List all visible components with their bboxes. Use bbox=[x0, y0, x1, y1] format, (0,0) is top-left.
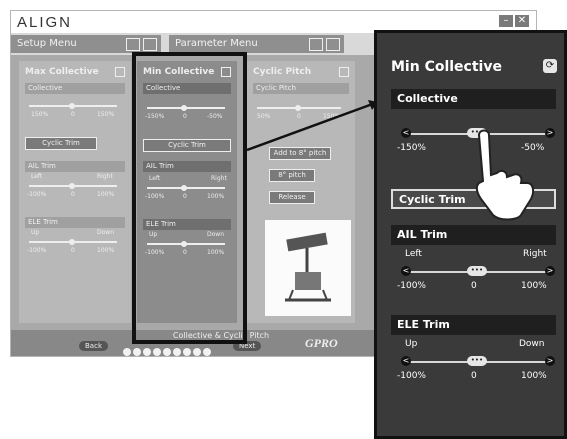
collective-min-label: -150% bbox=[397, 143, 426, 153]
zoom-title: Min Collective bbox=[391, 59, 502, 75]
slider-left-arrow[interactable]: < bbox=[401, 128, 411, 138]
ail-min-label: -100% bbox=[397, 281, 426, 291]
pointing-hand-icon bbox=[475, 129, 535, 221]
slider-knob[interactable]: ••• bbox=[467, 356, 487, 366]
ail-right-label: Right bbox=[523, 249, 547, 259]
slider-left-arrow[interactable]: < bbox=[401, 266, 411, 276]
ele-min-label: -100% bbox=[397, 371, 426, 381]
ele-max-label: 100% bbox=[521, 371, 547, 381]
ail-max-label: 100% bbox=[521, 281, 547, 291]
slider-right-arrow[interactable]: > bbox=[545, 128, 555, 138]
zoom-ele-trim-bar: ELE Trim bbox=[391, 315, 556, 335]
slider-right-arrow[interactable]: > bbox=[545, 356, 555, 366]
zoomed-min-collective-panel: Min Collective ⟳ Collective < ••• > -150… bbox=[374, 30, 567, 439]
ail-left-label: Left bbox=[405, 249, 422, 259]
ele-mid-label: 0 bbox=[471, 371, 477, 381]
ele-down-label: Down bbox=[519, 339, 545, 349]
ail-mid-label: 0 bbox=[471, 281, 477, 291]
zoom-collective-bar: Collective bbox=[391, 89, 556, 109]
zoom-ail-slider[interactable]: < ••• > bbox=[401, 266, 555, 276]
slider-left-arrow[interactable]: < bbox=[401, 356, 411, 366]
zoom-ail-trim-bar: AIL Trim bbox=[391, 225, 556, 245]
slider-knob[interactable]: ••• bbox=[467, 266, 487, 276]
ele-up-label: Up bbox=[405, 339, 418, 349]
zoom-ele-slider[interactable]: < ••• > bbox=[401, 356, 555, 366]
gear-icon[interactable]: ⟳ bbox=[543, 59, 557, 73]
slider-right-arrow[interactable]: > bbox=[545, 266, 555, 276]
